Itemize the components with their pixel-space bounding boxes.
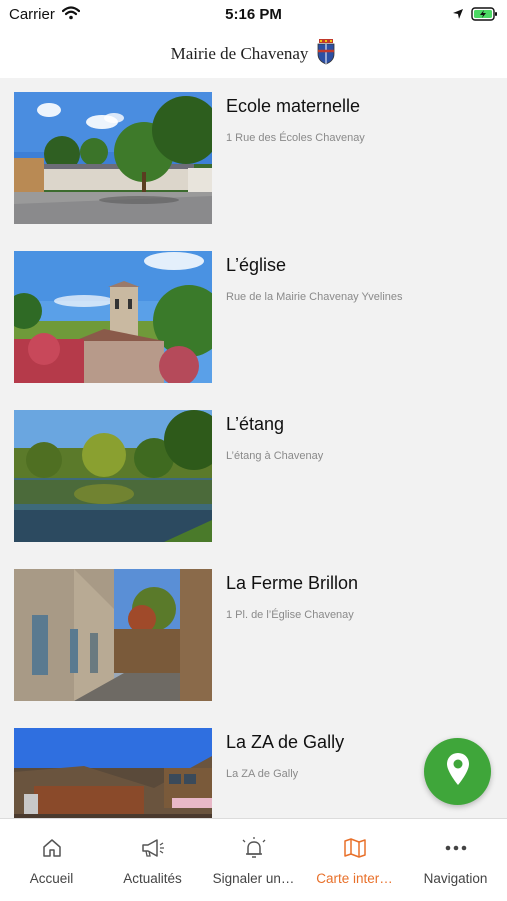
tab-carte[interactable]: Carte inter… <box>304 819 405 901</box>
tab-label: Carte inter… <box>316 871 393 886</box>
page-title: Mairie de Chavenay <box>170 44 309 63</box>
place-title: L’étang <box>226 414 285 434</box>
places-list: Ecole maternelle 1 Rue des Écoles Chaven… <box>0 78 507 818</box>
tab-bar: Accueil Actualités Signaler un… Carte in… <box>0 818 507 901</box>
place-title: Ecole maternelle <box>226 96 361 116</box>
more-dots-icon <box>405 837 506 859</box>
place-photo <box>14 728 212 818</box>
list-item[interactable]: La Ferme Brillon 1 Pl. de l’Église Chave… <box>14 569 494 701</box>
tab-signaler[interactable]: Signaler un… <box>203 819 304 901</box>
tab-label: Signaler un… <box>212 871 295 886</box>
tab-label: Accueil <box>29 871 74 886</box>
tab-label: Navigation <box>423 871 488 886</box>
bell-alert-icon <box>203 837 304 859</box>
home-icon <box>1 837 102 859</box>
place-photo <box>14 569 212 701</box>
place-title: La Ferme Brillon <box>226 573 359 593</box>
tab-navigation[interactable]: Navigation <box>405 819 506 901</box>
location-arrow-icon <box>452 7 464 25</box>
place-address: 1 Pl. de l’Église Chavenay <box>226 609 354 621</box>
place-address: L’étang à Chavenay <box>226 450 324 462</box>
map-icon <box>304 837 405 859</box>
place-address: 1 Rue des Écoles Chavenay <box>226 132 365 144</box>
place-photo <box>14 251 212 383</box>
place-address: Rue de la Mairie Chavenay Yvelines <box>226 291 403 303</box>
tab-actualites[interactable]: Actualités <box>102 819 203 901</box>
list-item[interactable]: L’étang L’étang à Chavenay <box>14 410 494 542</box>
coat-of-arms-logo <box>316 38 336 70</box>
map-pin-button[interactable] <box>424 738 491 805</box>
tab-accueil[interactable]: Accueil <box>1 819 102 901</box>
status-time: 5:16 PM <box>225 6 282 23</box>
tab-label: Actualités <box>123 871 182 886</box>
list-item[interactable]: Ecole maternelle 1 Rue des Écoles Chaven… <box>14 92 494 224</box>
list-item[interactable]: La ZA de Gally La ZA de Gally <box>14 728 494 818</box>
place-address: La ZA de Gally <box>226 768 299 780</box>
map-pin-icon <box>446 752 470 791</box>
megaphone-icon <box>102 837 203 859</box>
place-photo <box>14 410 212 542</box>
place-photo <box>14 92 212 224</box>
place-title: L’église <box>226 255 287 275</box>
app-header: Mairie de Chavenay <box>0 30 507 78</box>
place-title: La ZA de Gally <box>226 732 345 752</box>
list-item[interactable]: L’église Rue de la Mairie Chavenay Yveli… <box>14 251 494 383</box>
battery-icon <box>471 7 498 26</box>
status-bar: Carrier 5:16 PM <box>0 0 507 30</box>
